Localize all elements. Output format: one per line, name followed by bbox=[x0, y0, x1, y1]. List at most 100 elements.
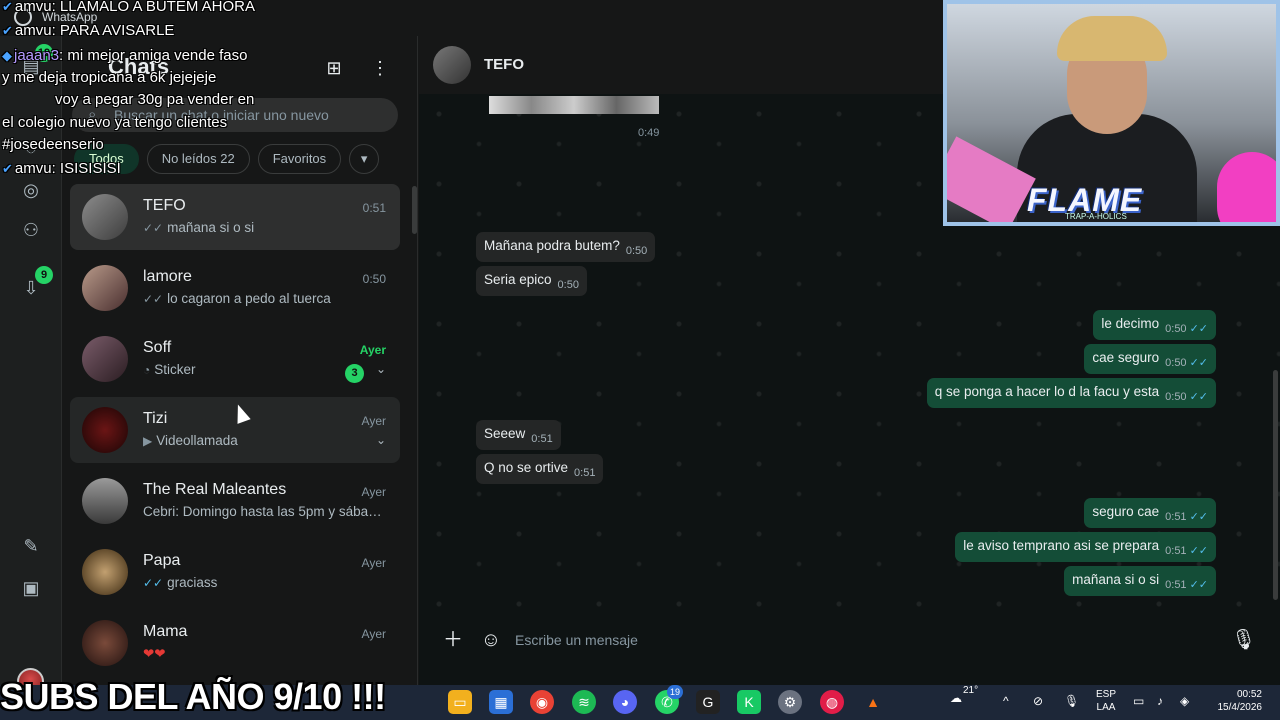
flame-tagline: TRAP-A-HOLICS bbox=[1065, 212, 1127, 221]
message-in[interactable]: Seeew 0:51 bbox=[476, 420, 561, 450]
chat-time: Ayer bbox=[361, 485, 386, 499]
message-out[interactable]: le decimo 0:50 ✓✓ bbox=[1093, 310, 1216, 340]
chrome-icon[interactable]: ◉ bbox=[530, 690, 554, 714]
contact-name[interactable]: TEFO bbox=[484, 56, 524, 73]
chip-unread[interactable]: No leídos 22 bbox=[146, 144, 250, 174]
overlay-chat-line: el colegio nuevo ya tengo clientes bbox=[2, 114, 227, 131]
message-text: mañana si o si bbox=[1072, 572, 1160, 587]
chat-preview: ✓✓ graciass bbox=[143, 575, 383, 590]
chat-preview: ❤❤ bbox=[143, 646, 166, 661]
read-check-icon: ✓✓ bbox=[1189, 545, 1208, 557]
chat-preview: ✓✓ lo cagaron a pedo al tuerca bbox=[143, 291, 383, 306]
chat-preview: ▶ Videollamada bbox=[143, 433, 383, 448]
message-input[interactable] bbox=[515, 626, 1215, 654]
verified-icon: ✔ bbox=[2, 0, 13, 14]
new-chat-icon[interactable]: ⊞ bbox=[322, 56, 346, 80]
overlay-text: : PARA AVISARLE bbox=[51, 22, 175, 39]
read-check-icon: ✓✓ bbox=[1189, 579, 1208, 591]
message-in[interactable]: Q no se ortive 0:51 bbox=[476, 454, 604, 484]
chip-more-chevron-icon[interactable]: ▾ bbox=[349, 144, 380, 174]
message-out[interactable]: le aviso temprano asi se prepara 0:51 ✓✓ bbox=[955, 532, 1216, 562]
starred-icon[interactable]: ✎ bbox=[19, 534, 43, 558]
clock-date: 15/4/2026 bbox=[1217, 702, 1263, 713]
archive-badge: 9 bbox=[35, 266, 53, 284]
logitech-icon[interactable]: G bbox=[696, 690, 720, 714]
sticker-image[interactable] bbox=[489, 96, 659, 114]
chat-row-tefo[interactable]: TEFO 0:51 ✓✓ mañana si o si bbox=[70, 184, 400, 250]
message-in[interactable]: Seria epico 0:50 bbox=[476, 266, 587, 296]
chat-name: lamore bbox=[143, 268, 192, 285]
message-time: 0:50 bbox=[1165, 323, 1187, 335]
chip-favorites[interactable]: Favoritos bbox=[257, 144, 342, 174]
overlay-text: : LLAMALO A BUTEM AHORA bbox=[51, 0, 255, 15]
language-indicator[interactable]: ESP LAA bbox=[1096, 685, 1116, 714]
chat-row-papa[interactable]: Papa Ayer ✓✓ graciass bbox=[70, 539, 400, 605]
kick-icon[interactable]: K bbox=[737, 690, 761, 714]
message-text: q se ponga a hacer lo d la facu y esta bbox=[934, 384, 1160, 399]
network-icon[interactable]: ◈ bbox=[1180, 694, 1189, 708]
weather-cloud-icon[interactable]: ☁ bbox=[950, 691, 962, 705]
message-out[interactable]: q se ponga a hacer lo d la facu y esta 0:… bbox=[926, 378, 1216, 408]
discord-icon[interactable]: ◕ bbox=[613, 690, 637, 714]
avatar bbox=[82, 407, 128, 453]
media-icon[interactable]: ▣ bbox=[19, 576, 43, 600]
file-explorer-icon[interactable]: ▭ bbox=[448, 690, 472, 714]
chat-time: 0:50 bbox=[362, 272, 386, 286]
vlc-icon[interactable]: ▲ bbox=[861, 690, 885, 714]
message-time: 0:50 bbox=[557, 279, 579, 291]
volume-icon[interactable]: ♪ bbox=[1157, 694, 1163, 708]
overlay-chat-line: #josedeenserio bbox=[2, 136, 104, 153]
message-text: Seria epico bbox=[484, 272, 552, 287]
message-out[interactable]: cae seguro 0:50 ✓✓ bbox=[1084, 344, 1216, 374]
chevron-down-icon[interactable]: ⌄ bbox=[376, 433, 386, 447]
read-check-icon: ✓✓ bbox=[1189, 357, 1208, 369]
chat-preview: Cebri: Domingo hasta las 5pm y sábad... bbox=[143, 504, 383, 519]
record-app-icon[interactable]: ◍ bbox=[820, 690, 844, 714]
message-time: 0:50 bbox=[625, 245, 648, 257]
contact-avatar[interactable] bbox=[433, 46, 471, 84]
sticker-time: 0:49 bbox=[638, 127, 660, 139]
read-check-icon: ✓✓ bbox=[1189, 391, 1208, 403]
tray-app-icon[interactable]: ⊘ bbox=[1033, 694, 1043, 708]
attach-plus-icon[interactable]: ＋ bbox=[441, 628, 465, 652]
microphone-icon[interactable]: 🎙 bbox=[1231, 628, 1256, 652]
message-text: le decimo bbox=[1101, 316, 1160, 331]
overlay-chat-line: ◆ jaaan3: mi mejor amiga vende faso bbox=[2, 47, 247, 64]
system-clock[interactable]: 00:52 15/4/2026 bbox=[1210, 685, 1263, 714]
chat-row-mama[interactable]: Mama Ayer ❤❤ bbox=[70, 610, 400, 676]
chat-name: Soff bbox=[143, 339, 172, 356]
webcam-overlay: FLAME TRAP-A-HOLICS bbox=[943, 0, 1280, 226]
chat-list-scrollbar[interactable] bbox=[412, 186, 417, 234]
preview-text: graciass bbox=[167, 575, 218, 590]
chat-row-soff[interactable]: Soff Ayer ◔ Sticker 3 ⌄ bbox=[70, 326, 400, 392]
emoji-icon[interactable]: ☺ bbox=[479, 628, 503, 652]
clock-time: 00:52 bbox=[1236, 689, 1262, 700]
menu-icon[interactable]: ⋮ bbox=[368, 56, 392, 80]
message-time: 0:51 bbox=[1165, 511, 1187, 523]
chevron-down-icon[interactable]: ⌄ bbox=[376, 362, 386, 376]
message-text: seguro cae bbox=[1092, 504, 1160, 519]
avatar bbox=[82, 336, 128, 382]
communities-icon[interactable]: ⚇ bbox=[19, 218, 43, 242]
message-out[interactable]: mañana si o si 0:51 ✓✓ bbox=[1064, 566, 1216, 596]
nav-rail: ▤ 19 ◌ ◎ ⚇ ⇩ 9 ✎ ▣ bbox=[0, 36, 62, 695]
channels-icon[interactable]: ◎ bbox=[19, 178, 43, 202]
overlay-text: voy a pegar 30g pa vender en bbox=[55, 91, 255, 108]
tray-mic-icon[interactable]: 🎙 bbox=[1064, 694, 1079, 708]
message-in[interactable]: Mañana podra butem? 0:50 bbox=[476, 232, 656, 262]
chat-time: 0:51 bbox=[362, 201, 386, 215]
chat-time: Ayer bbox=[361, 627, 386, 641]
message-out[interactable]: seguro cae 0:51 ✓✓ bbox=[1084, 498, 1216, 528]
display-icon[interactable]: ▭ bbox=[1133, 694, 1144, 708]
tray-chevron-up-icon[interactable]: ^ bbox=[1003, 694, 1009, 708]
double-check-icon: ✓✓ bbox=[143, 292, 164, 306]
overlay-text: #josedeenserio bbox=[2, 136, 104, 153]
store-icon[interactable]: ▦ bbox=[489, 690, 513, 714]
spotify-icon[interactable]: ≋ bbox=[572, 690, 596, 714]
chat-row-lamore[interactable]: lamore 0:50 ✓✓ lo cagaron a pedo al tuerc… bbox=[70, 255, 400, 321]
message-text: le aviso temprano asi se prepara bbox=[963, 538, 1160, 553]
settings-gear-icon[interactable]: ⚙ bbox=[778, 690, 802, 714]
conversation-scrollbar[interactable] bbox=[1273, 370, 1278, 600]
overlay-text: el colegio nuevo ya tengo clientes bbox=[2, 114, 228, 131]
chat-row-the-real-maleantes[interactable]: The Real Maleantes Ayer Cebri: Domingo h… bbox=[70, 468, 400, 534]
